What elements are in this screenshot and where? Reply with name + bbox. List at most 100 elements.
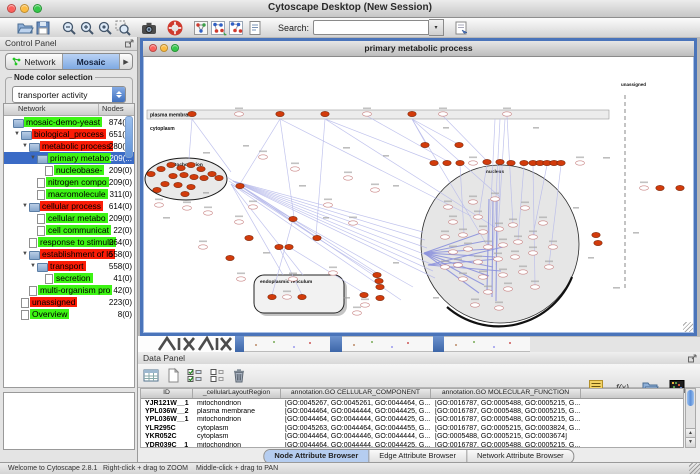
network-node[interactable]: [454, 263, 463, 267]
network-node-selected[interactable]: [421, 142, 429, 147]
network-tree-row[interactable]: response to stimulu264(0): [4, 236, 134, 248]
network-node[interactable]: [449, 220, 458, 224]
network-node[interactable]: [204, 211, 213, 215]
network-node-selected[interactable]: [174, 182, 182, 187]
tree-expand-icon[interactable]: ▼: [14, 128, 21, 140]
network-node[interactable]: [371, 188, 380, 192]
network-window-title-bar[interactable]: primary metabolic process: [143, 41, 694, 57]
tree-column-nodes[interactable]: Nodes: [99, 104, 134, 115]
network-node[interactable]: [329, 271, 338, 275]
network-node[interactable]: [511, 255, 520, 259]
network-node[interactable]: [509, 223, 518, 227]
birds-eye-view[interactable]: [3, 392, 135, 450]
network-node-selected[interactable]: [430, 160, 438, 165]
network-node[interactable]: [479, 230, 488, 234]
tree-expand-icon[interactable]: ▼: [30, 260, 37, 272]
new-attribute-icon[interactable]: [164, 367, 182, 384]
network-node[interactable]: [361, 303, 370, 307]
network-node-selected[interactable]: [313, 235, 321, 240]
table-row[interactable]: YPL036W__1mitochondrion[GO:0044464, GO:0…: [141, 416, 683, 424]
network-node-selected[interactable]: [215, 175, 223, 180]
network-tree-row[interactable]: nucleobase-209(0): [4, 164, 134, 176]
network-node[interactable]: [504, 287, 513, 291]
network-node[interactable]: [499, 243, 508, 247]
network-node-selected[interactable]: [656, 185, 664, 190]
network-node[interactable]: [235, 112, 244, 116]
tree-expand-icon[interactable]: ▼: [22, 140, 29, 152]
network-node[interactable]: [469, 161, 478, 165]
background-window-frame[interactable]: [330, 336, 342, 352]
network-node[interactable]: [484, 290, 493, 294]
network-node[interactable]: [444, 205, 453, 209]
table-row[interactable]: YKR052Ccytoplasm[GO:0044464, GO:0044446,…: [141, 433, 683, 441]
network-node-selected[interactable]: [181, 191, 189, 196]
network-node[interactable]: [471, 303, 480, 307]
background-window-preview[interactable]: [444, 336, 530, 352]
network-node[interactable]: [324, 203, 333, 207]
network-node[interactable]: [249, 205, 258, 209]
window-resize-grip[interactable]: [683, 322, 693, 332]
network-node-selected[interactable]: [676, 185, 684, 190]
network-node[interactable]: [235, 220, 244, 224]
network-canvas[interactable]: plasma membrane cytoplasm mitochondrion …: [143, 57, 694, 333]
network-node[interactable]: [494, 257, 503, 261]
network-node-selected[interactable]: [147, 171, 155, 176]
network-node-selected[interactable]: [161, 181, 169, 186]
network-tree-row[interactable]: macromolecule311(0): [4, 188, 134, 200]
zoom-in-icon[interactable]: [78, 19, 96, 37]
vizmapper-icon[interactable]: [192, 19, 210, 37]
column-id[interactable]: ID: [141, 389, 193, 398]
table-row[interactable]: YPL036W__2plasma membrane[GO:0044464, GO…: [141, 407, 683, 415]
network-node[interactable]: [495, 306, 504, 310]
network-node[interactable]: [549, 245, 558, 249]
network-node-selected[interactable]: [245, 235, 253, 240]
column-cellular-layout-region[interactable]: _cellularLayoutRegion: [193, 389, 281, 398]
network-node[interactable]: [491, 197, 500, 201]
network-node[interactable]: [344, 176, 353, 180]
background-window-preview[interactable]: [342, 336, 433, 352]
float-data-panel-icon[interactable]: [688, 354, 697, 363]
network-node-selected[interactable]: [298, 294, 306, 299]
network-node-selected[interactable]: [200, 175, 208, 180]
background-window-frame[interactable]: [433, 336, 444, 352]
network-node-selected[interactable]: [408, 111, 416, 116]
network-node[interactable]: [449, 250, 458, 254]
unselect-attributes-icon[interactable]: [208, 367, 226, 384]
network-node-selected[interactable]: [157, 166, 165, 171]
network-node[interactable]: [479, 275, 488, 279]
network-node[interactable]: [499, 273, 508, 277]
network-node-selected[interactable]: [169, 173, 177, 178]
search-input[interactable]: [313, 20, 429, 35]
network-node-selected[interactable]: [167, 162, 175, 167]
network-node[interactable]: [529, 235, 538, 239]
network-node-selected[interactable]: [236, 183, 244, 188]
delete-attribute-trash-icon[interactable]: [230, 367, 248, 384]
network-node-selected[interactable]: [483, 159, 491, 164]
network-node-selected[interactable]: [187, 184, 195, 189]
network-node[interactable]: [503, 112, 512, 116]
network-node[interactable]: [495, 227, 504, 231]
network-node[interactable]: [464, 247, 473, 251]
network-node-selected[interactable]: [456, 160, 464, 165]
network-node[interactable]: [199, 245, 208, 249]
network-node-selected[interactable]: [520, 160, 528, 165]
node-color-select[interactable]: transporter activity: [12, 86, 126, 103]
network-node[interactable]: [155, 203, 164, 207]
network-node[interactable]: [514, 240, 523, 244]
table-row[interactable]: YLR295Ccytoplasm[GO:0045263, GO:0044464,…: [141, 424, 683, 432]
network-tree-row[interactable]: Overview8(0): [4, 308, 134, 320]
network-node-selected[interactable]: [594, 240, 602, 245]
attribute-table-icon[interactable]: [142, 367, 160, 384]
table-row[interactable]: YJR121W__1mitochondrion[GO:0045267, GO:0…: [141, 399, 683, 407]
tree-column-network[interactable]: Network: [4, 104, 99, 115]
network-node[interactable]: [576, 161, 585, 165]
background-window-zoomed-label[interactable]: [155, 336, 235, 352]
network-node-selected[interactable]: [496, 159, 504, 164]
network-tree-row[interactable]: ▼transport558(0): [4, 260, 134, 272]
network-node-selected[interactable]: [153, 187, 161, 192]
network-node-selected[interactable]: [455, 142, 463, 147]
tab-network[interactable]: Network: [6, 54, 63, 69]
copy-network-icon[interactable]: [228, 19, 246, 37]
network-node-selected[interactable]: [180, 172, 188, 177]
tree-expand-icon[interactable]: ▼: [22, 248, 29, 260]
